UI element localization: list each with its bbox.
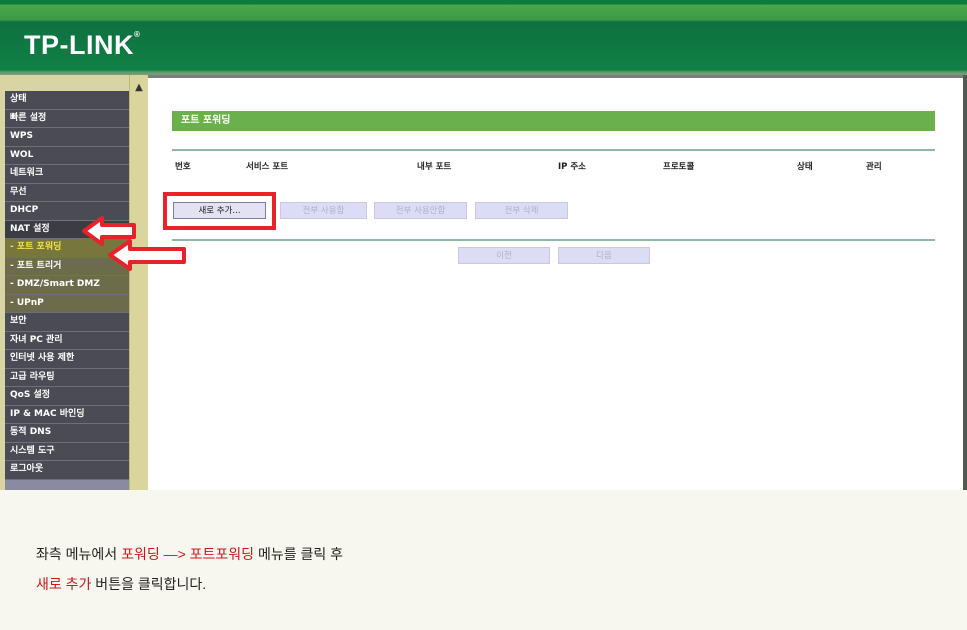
sidebar-item[interactable]: WOL [5,146,129,165]
section-title-bar: 포트 포워딩 [172,111,935,131]
caption-line-2: 새로 추가 버튼을 클릭합니다. [36,576,207,592]
sidebar-item[interactable]: 동적 DNS [5,424,129,443]
sidebar-item[interactable]: 보안 [5,313,129,332]
col-number: 번호 [175,162,191,172]
sidebar-item[interactable]: 인터넷 사용 제한 [5,350,129,369]
page-root: TP-LINK® 상태 빠른 설정 WPS WOL 네트워크 무선 DHCP NAT 설정 - … [0,0,967,630]
sidebar-item[interactable]: WPS [5,128,129,147]
sidebar-item[interactable]: 빠른 설정 [5,109,129,128]
prev-button[interactable]: 이전 [458,247,550,264]
divider-line [172,239,935,241]
main-right-edge [963,75,967,490]
delete-all-button[interactable]: 전부 삭제 [475,202,568,219]
scroll-up-arrow-icon[interactable]: ▲ [130,81,148,95]
sidebar-item[interactable]: QoS 설정 [5,387,129,406]
tp-link-logo: TP-LINK® [24,30,141,60]
table-header: 번호 서비스 포트 내부 포트 IP 주소 프로토콜 상태 관리 [172,160,935,174]
disable-all-button[interactable]: 전부 사용안함 [374,202,467,219]
col-internal-port: 내부 포트 [417,162,452,172]
enable-all-button[interactable]: 전부 사용함 [280,202,367,219]
main-content: 포트 포워딩 번호 서비스 포트 내부 포트 IP 주소 프로토콜 상태 관리 … [148,78,963,490]
col-manage: 관리 [866,162,882,172]
highlight-box [163,192,276,230]
col-service-port: 서비스 포트 [246,162,289,172]
sidebar-item[interactable]: 네트워크 [5,165,129,184]
sidebar-item[interactable]: 고급 라우팅 [5,368,129,387]
left-arrow-icon [108,239,186,271]
sidebar-item[interactable]: 로그아웃 [5,461,129,480]
sidebar-item[interactable]: 시스템 도구 [5,442,129,461]
header-bar: TP-LINK® [0,0,967,75]
sidebar-item[interactable]: - UPnP [5,294,129,313]
col-status: 상태 [797,162,813,172]
sidebar-scrollbar[interactable]: ▲ [129,75,147,490]
sidebar-menu: 상태 빠른 설정 WPS WOL 네트워크 무선 DHCP NAT 설정 - 포트 포워딩 - 포… [5,91,129,490]
sidebar-item[interactable]: 자녀 PC 관리 [5,331,129,350]
divider-line [172,149,935,151]
sidebar-item[interactable]: IP & MAC 바인딩 [5,405,129,424]
sidebar-item[interactable]: 무선 [5,183,129,202]
caption-line-1: 좌측 메뉴에서 포워딩 —> 포트포워딩 메뉴를 클릭 후 [36,546,344,562]
sidebar-footer [5,479,129,490]
router-screenshot: TP-LINK® 상태 빠른 설정 WPS WOL 네트워크 무선 DHCP NAT 설정 - … [0,0,967,490]
sidebar-item[interactable]: 상태 [5,91,129,110]
caption-text: 좌측 메뉴에서 포워딩 —> 포트포워딩 메뉴를 클릭 후 새로 추가 버튼을 … [36,539,343,599]
col-protocol: 프로토콜 [663,162,695,172]
next-button[interactable]: 다음 [558,247,650,264]
sidebar-panel: 상태 빠른 설정 WPS WOL 네트워크 무선 DHCP NAT 설정 - 포트 포워딩 - 포… [0,75,148,490]
col-ip-address: IP 주소 [558,162,586,172]
sidebar-item[interactable]: - DMZ/Smart DMZ [5,276,129,295]
